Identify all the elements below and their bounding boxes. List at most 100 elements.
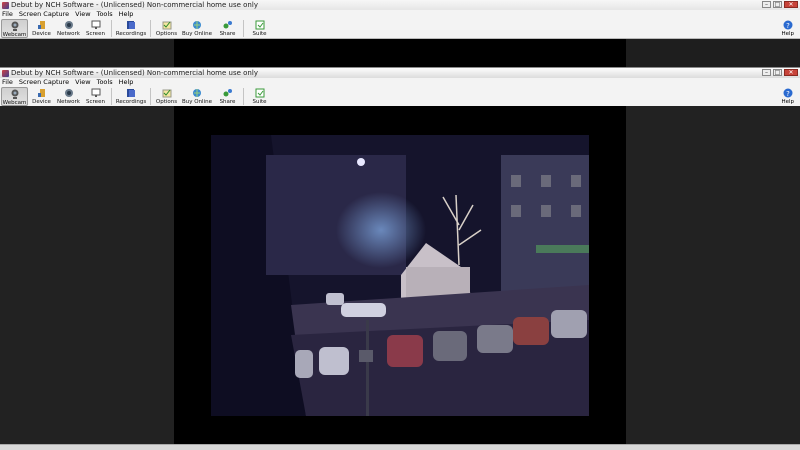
suite-button[interactable]: Suite [246,19,273,38]
recordings-button[interactable]: Recordings [114,19,148,38]
options-button[interactable]: Options [153,87,180,106]
screen-button[interactable]: Screen [82,87,109,106]
share-button[interactable]: Share [214,87,241,106]
toolbar-separator [111,88,112,105]
maximize-icon[interactable]: □ [773,69,782,76]
menu-view[interactable]: View [75,10,90,18]
recordings-icon [126,20,136,30]
main-window: Debut by NCH Software - (Unlicensed) Non… [0,67,800,450]
buy-online-button[interactable]: Buy Online [180,87,214,106]
back-preview-area [0,39,800,68]
app-icon [2,69,9,77]
menu-file[interactable]: File [2,10,13,18]
app-icon [2,1,9,9]
share-label: Share [219,31,236,37]
buy-online-label: Buy Online [181,31,212,37]
help-icon: ? [783,88,793,98]
screen-label: Screen [86,31,105,37]
window-title: Debut by NCH Software - (Unlicensed) Non… [11,69,258,77]
recordings-icon [126,88,136,98]
preview-area [0,106,800,450]
menu-help[interactable]: Help [119,78,134,86]
close-icon[interactable]: ✕ [784,1,798,8]
share-label: Share [219,99,236,105]
toolbar-separator [150,88,151,105]
svg-text:?: ? [786,90,790,98]
back-toolbar: Webcam Device Network Screen Recordings … [0,18,800,39]
network-button[interactable]: Network [55,19,82,38]
menubar: File Screen Capture View Tools Help [0,78,800,86]
help-label: Help [781,31,794,37]
webcam-button[interactable]: Webcam [1,87,28,106]
back-titlebar[interactable]: Debut by NCH Software - (Unlicensed) Non… [0,0,800,10]
help-button[interactable]: ? Help [781,19,794,37]
minimize-icon[interactable]: – [762,69,771,76]
toolbar-separator [243,20,244,37]
toolbar: Webcam Device Network Screen Recordings … [0,86,800,107]
toolbar-separator [111,20,112,37]
suite-label: Suite [252,31,267,37]
menu-screen-capture[interactable]: Screen Capture [19,78,69,86]
webcam-preview [211,135,589,416]
device-label: Device [32,31,51,37]
share-icon [223,88,233,98]
network-icon [64,20,74,30]
globe-cart-icon [192,20,202,30]
screen-icon [91,20,101,30]
buy-online-label: Buy Online [181,99,212,105]
suite-icon [255,88,265,98]
recordings-button[interactable]: Recordings [114,87,148,106]
minimize-icon[interactable]: – [762,1,771,8]
network-label: Network [57,31,80,37]
back-preview-black [174,39,626,68]
help-label: Help [781,99,794,105]
share-icon [223,20,233,30]
options-label: Options [155,31,178,37]
status-bar [0,444,800,450]
network-button[interactable]: Network [55,87,82,106]
globe-cart-icon [192,88,202,98]
share-button[interactable]: Share [214,19,241,38]
close-icon[interactable]: ✕ [784,69,798,76]
help-icon: ? [783,20,793,30]
suite-label: Suite [252,99,267,105]
buy-online-button[interactable]: Buy Online [180,19,214,38]
menu-help[interactable]: Help [119,10,134,18]
options-button[interactable]: Options [153,19,180,38]
toolbar-separator [243,88,244,105]
menu-screen-capture[interactable]: Screen Capture [19,10,69,18]
suite-button[interactable]: Suite [246,87,273,106]
webcam-label: Webcam [2,32,27,38]
svg-text:?: ? [786,22,790,30]
options-icon [162,88,172,98]
suite-icon [255,20,265,30]
network-icon [64,88,74,98]
back-window-controls: – □ ✕ [762,1,798,8]
titlebar[interactable]: Debut by NCH Software - (Unlicensed) Non… [0,68,800,78]
webcam-button[interactable]: Webcam [1,19,28,38]
menu-tools[interactable]: Tools [97,10,113,18]
screen-icon [91,88,101,98]
webcam-icon [10,21,20,31]
maximize-icon[interactable]: □ [773,1,782,8]
webcam-icon [10,89,20,99]
back-menubar: File Screen Capture View Tools Help [0,10,800,18]
recordings-label: Recordings [115,31,147,37]
back-window-title: Debut by NCH Software - (Unlicensed) Non… [11,1,258,9]
device-label: Device [32,99,51,105]
device-button[interactable]: Device [28,87,55,106]
window-controls: – □ ✕ [762,69,798,76]
screen-label: Screen [86,99,105,105]
recordings-label: Recordings [115,99,147,105]
menu-tools[interactable]: Tools [97,78,113,86]
toolbar-separator [150,20,151,37]
menu-file[interactable]: File [2,78,13,86]
device-button[interactable]: Device [28,19,55,38]
webcam-night-scene [211,135,589,416]
device-icon [37,20,47,30]
device-icon [37,88,47,98]
screen-button[interactable]: Screen [82,19,109,38]
help-button[interactable]: ? Help [781,87,794,105]
menu-view[interactable]: View [75,78,90,86]
back-window: Debut by NCH Software - (Unlicensed) Non… [0,0,800,68]
